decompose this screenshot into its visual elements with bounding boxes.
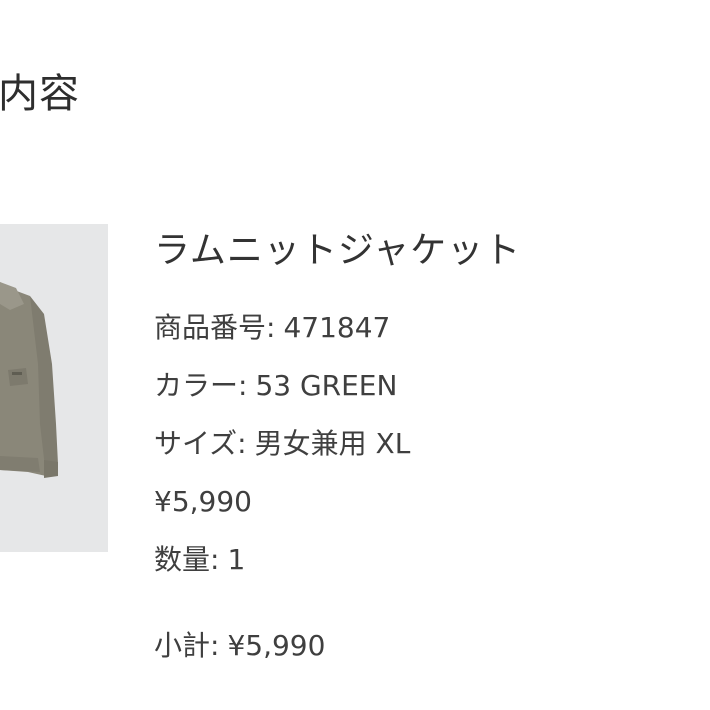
color-label: カラー: (154, 369, 248, 402)
jacket-image (0, 282, 58, 478)
product-code-value: 471847 (283, 311, 391, 344)
unit-price: ¥5,990 (154, 485, 252, 518)
product-name[interactable]: ラムニットジャケット (154, 228, 521, 274)
subtotal-row: 小計: ¥5,990 (154, 628, 325, 664)
size-label: サイズ: (154, 427, 247, 460)
section-title: 内容 (0, 71, 80, 117)
product-thumbnail[interactable] (0, 224, 108, 552)
product-code-label: 商品番号: (154, 311, 276, 344)
color-row: カラー: 53 GREEN (154, 368, 397, 404)
quantity-label: 数量: (154, 543, 220, 576)
subtotal-label: 小計: (154, 629, 220, 662)
size-row: サイズ: 男女兼用 XL (154, 426, 410, 462)
size-value: 男女兼用 XL (254, 427, 411, 460)
quantity-row: 数量: 1 (154, 542, 245, 578)
product-code-row: 商品番号: 471847 (154, 310, 390, 346)
quantity-value: 1 (227, 543, 246, 576)
subtotal-value: ¥5,990 (227, 629, 326, 662)
color-value: 53 GREEN (255, 369, 398, 402)
